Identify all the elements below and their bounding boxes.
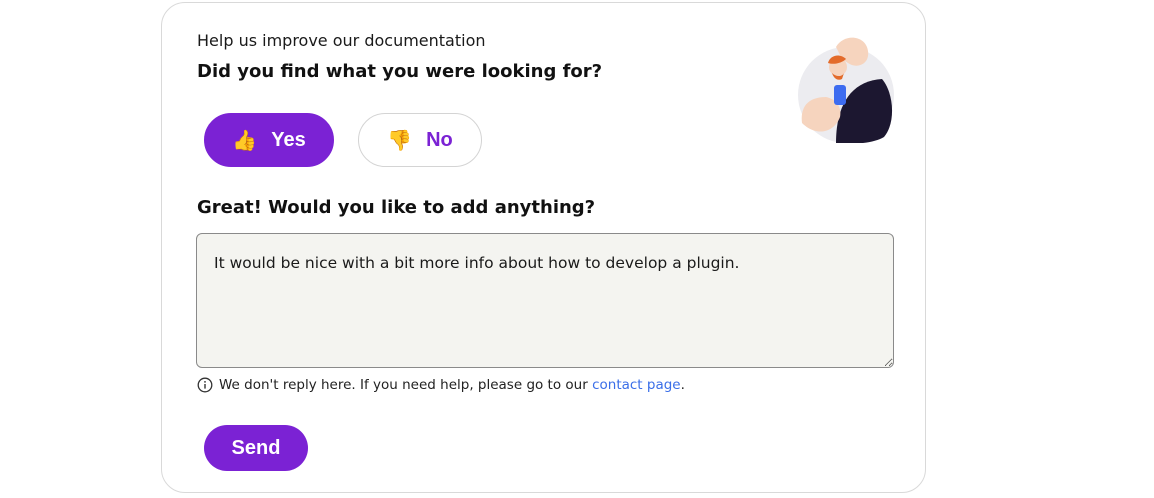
info-icon — [197, 377, 213, 393]
followup-question: Great! Would you like to add anything? — [197, 197, 596, 218]
thumbs-down-icon: 👎 — [387, 128, 413, 152]
no-label: No — [426, 128, 453, 151]
reply-note-end: . — [680, 377, 685, 393]
reply-note: We don't reply here. If you need help, p… — [197, 377, 685, 393]
reply-note-text: We don't reply here. If you need help, p… — [219, 377, 588, 393]
comment-field-wrapper — [196, 233, 894, 368]
contact-page-link[interactable]: contact page — [592, 377, 681, 393]
feedback-eyebrow: Help us improve our documentation — [197, 31, 486, 50]
feedback-card: Help us improve our documentation Did yo… — [161, 2, 926, 493]
reading-person-illustration — [798, 37, 894, 143]
comment-field[interactable] — [196, 233, 894, 368]
send-button[interactable]: Send — [204, 425, 308, 471]
yes-button[interactable]: 👍 Yes — [204, 113, 334, 167]
yes-label: Yes — [271, 128, 306, 151]
no-button[interactable]: 👎 No — [358, 113, 482, 167]
feedback-question: Did you find what you were looking for? — [197, 61, 603, 82]
thumbs-up-icon: 👍 — [232, 128, 258, 152]
